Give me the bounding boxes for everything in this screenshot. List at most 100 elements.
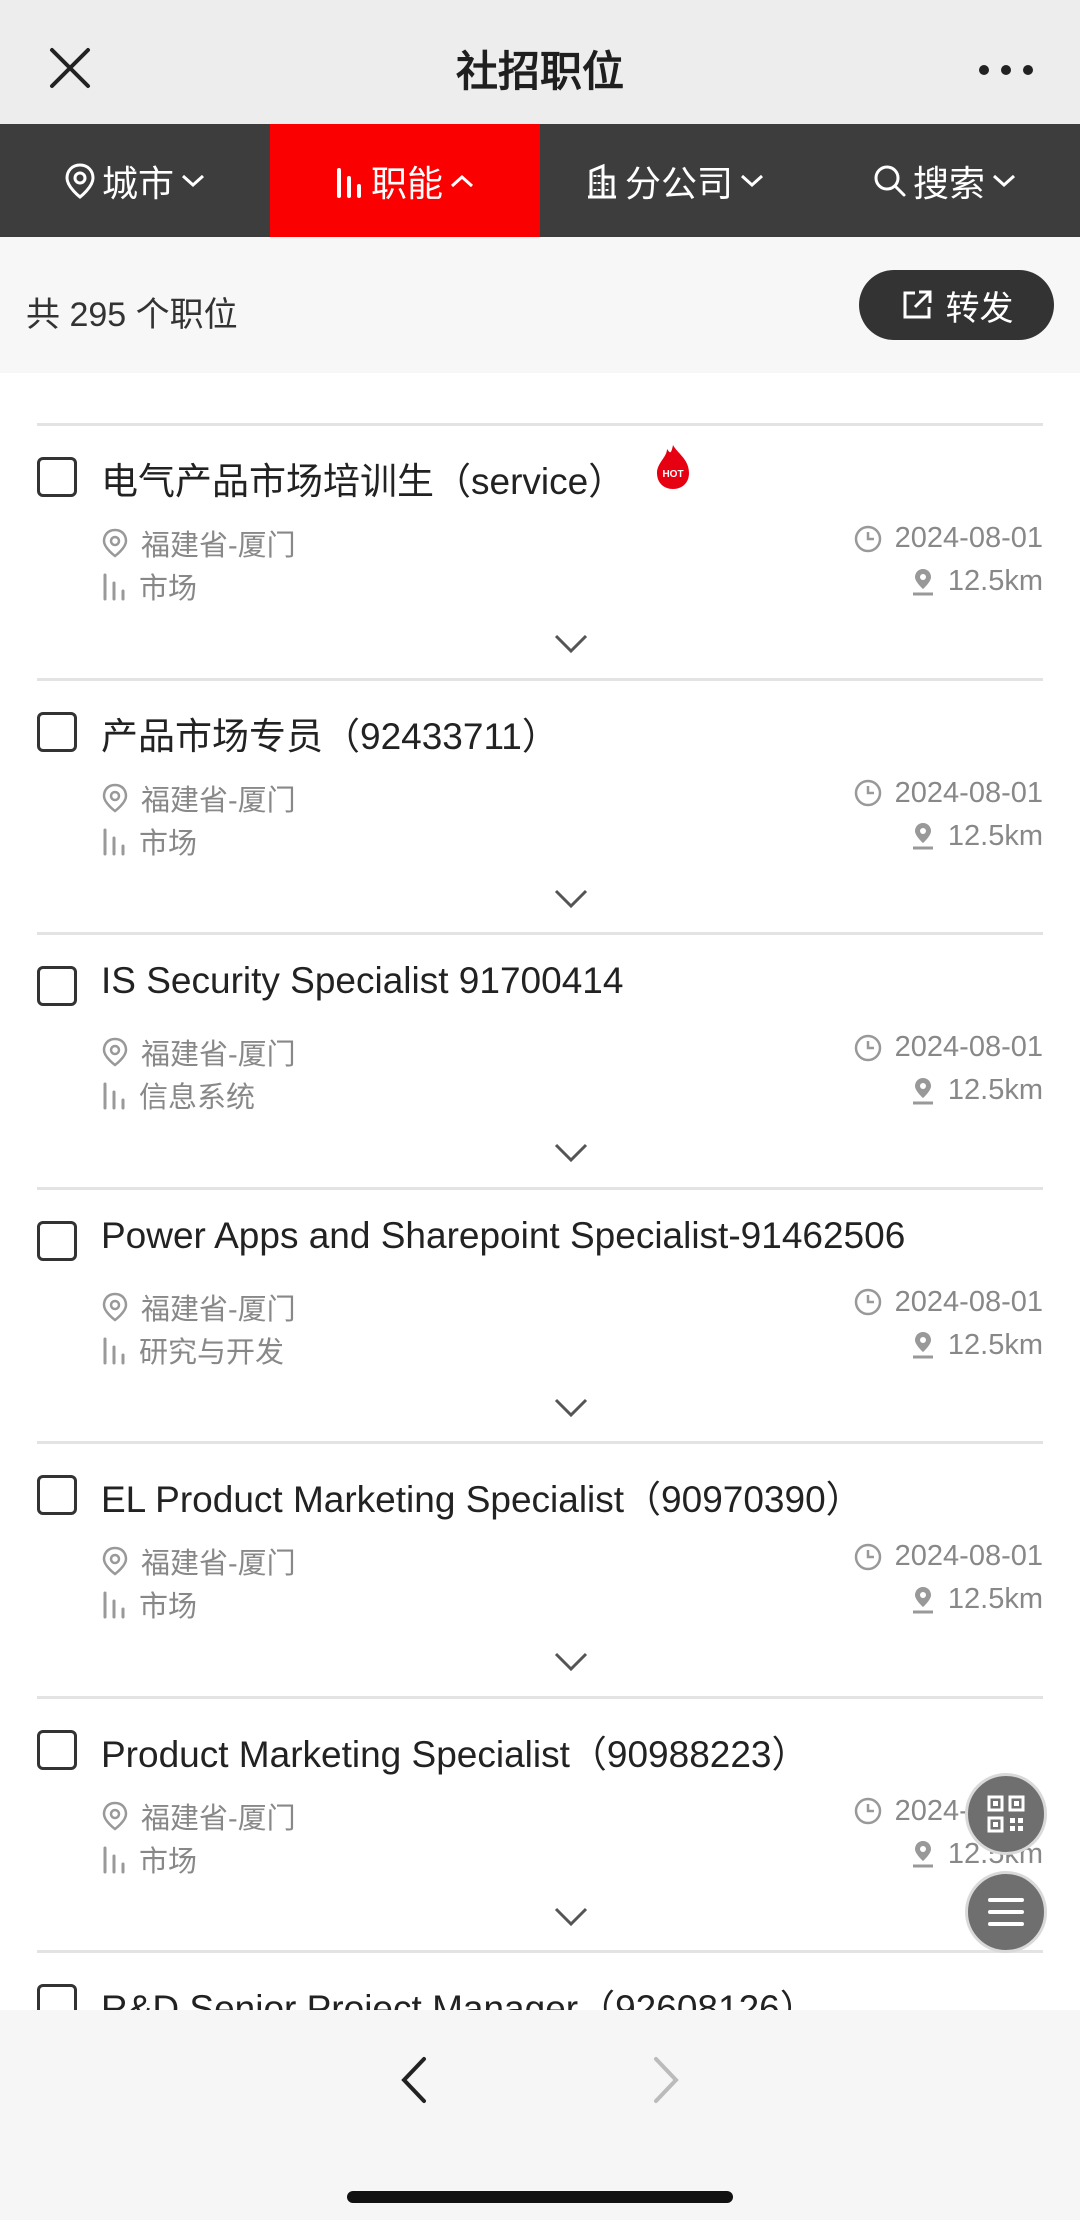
map-marker-icon — [912, 568, 933, 595]
job-card[interactable]: EL Product Marketing Specialist（90970390… — [0, 1441, 1080, 1696]
select-checkbox[interactable] — [37, 457, 77, 497]
bar-chart-icon — [103, 828, 125, 855]
filter-city-label: 城市 — [101, 162, 174, 204]
qr-code-button[interactable] — [965, 1773, 1047, 1855]
job-distance: 12.5km — [910, 820, 1043, 853]
job-card[interactable]: Product Marketing Specialist（90988223） 福建… — [0, 1696, 1080, 1951]
job-date: 2024-08-01 — [853, 522, 1043, 555]
menu-icon — [988, 1898, 1024, 1926]
job-title[interactable]: R&D Senior Project Manager（92608126） — [101, 1978, 817, 2010]
job-card[interactable]: Power Apps and Sharepoint Specialist-914… — [0, 1187, 1080, 1442]
filter-branch-label: 分公司 — [624, 162, 733, 204]
clock-icon — [854, 1797, 881, 1825]
filter-branch[interactable]: 分公司 — [540, 124, 810, 237]
expand-chevron-icon[interactable] — [553, 1397, 589, 1419]
job-location: 福建省-厦门 — [101, 1540, 296, 1582]
job-date-text: 2024-08-01 — [894, 1540, 1043, 1572]
job-category-text: 研究与开发 — [139, 1336, 285, 1369]
filter-search[interactable]: 搜索 — [810, 124, 1080, 237]
job-title[interactable]: 产品市场专员（92433711） — [101, 706, 559, 760]
job-date: 2024-08-01 — [853, 1286, 1043, 1319]
expand-chevron-icon[interactable] — [553, 888, 589, 910]
forward-arrow-icon[interactable] — [652, 2055, 682, 2105]
job-location-text: 福建省-厦门 — [141, 1293, 296, 1326]
job-location: 福建省-厦门 — [101, 522, 296, 564]
job-location: 福建省-厦门 — [101, 1031, 296, 1073]
location-pin-icon — [102, 1292, 128, 1322]
job-date-text: 2024-08-01 — [894, 1031, 1043, 1063]
chevron-up-icon — [450, 174, 474, 187]
clock-icon — [854, 1288, 881, 1316]
share-button[interactable]: 转发 — [859, 270, 1054, 340]
close-icon[interactable] — [46, 44, 94, 92]
expand-chevron-icon[interactable] — [553, 1142, 589, 1164]
job-title[interactable]: 电气产品市场培训生（service） HOT — [101, 445, 693, 505]
filter-function[interactable]: 职能 — [270, 124, 540, 237]
select-checkbox[interactable] — [37, 1220, 77, 1261]
job-date-text: 2024-08-01 — [894, 1285, 1043, 1318]
job-list[interactable]: 电气产品市场培训生（service） HOT 福建省-厦门 市场 2024-08-01 1… — [0, 373, 1080, 2010]
map-marker-icon — [912, 1586, 933, 1613]
job-location-text: 福建省-厦门 — [141, 1039, 296, 1071]
job-count: 共 295 个职位 — [26, 296, 238, 334]
job-location-text: 福建省-厦门 — [141, 1548, 296, 1580]
job-category: 市场 — [101, 1838, 197, 1880]
job-title-text: Product Marketing Specialist（90988223） — [101, 1733, 809, 1775]
bottom-nav-bar — [0, 2010, 1080, 2220]
job-title-text: IS Security Specialist 91700414 — [101, 960, 624, 1001]
page-title: 社招职位 — [455, 48, 624, 95]
job-title[interactable]: IS Security Specialist 91700414 — [101, 960, 623, 1002]
map-marker-icon — [912, 1332, 933, 1359]
select-checkbox[interactable] — [37, 1475, 77, 1515]
hot-icon: HOT — [657, 445, 690, 489]
job-date-text: 2024-08-01 — [894, 522, 1043, 554]
map-marker-icon — [912, 823, 933, 850]
job-title-text: R&D Senior Project Manager（92608126） — [101, 1988, 817, 2010]
expand-chevron-icon[interactable] — [553, 633, 589, 655]
expand-chevron-icon[interactable] — [553, 1906, 589, 1928]
job-distance-text: 12.5km — [947, 565, 1043, 597]
select-checkbox[interactable] — [37, 711, 77, 752]
more-icon[interactable] — [976, 50, 1036, 90]
job-card[interactable]: R&D Senior Project Manager（92608126） — [0, 1950, 1080, 2010]
clock-icon — [854, 1034, 881, 1061]
select-checkbox[interactable] — [37, 966, 77, 1006]
hot-badge: HOT — [653, 443, 693, 500]
job-distance-text: 12.5km — [947, 1074, 1043, 1106]
location-pin-icon — [102, 1037, 128, 1067]
job-date: 2024-08-01 — [853, 1540, 1043, 1573]
filter-city[interactable]: 城市 — [0, 124, 270, 237]
job-title[interactable]: Power Apps and Sharepoint Specialist-914… — [101, 1215, 905, 1257]
job-location-text: 福建省-厦门 — [141, 530, 296, 562]
expand-chevron-icon[interactable] — [553, 1651, 589, 1673]
job-title[interactable]: Product Marketing Specialist（90988223） — [101, 1724, 809, 1778]
select-checkbox[interactable] — [37, 1984, 77, 2010]
menu-button[interactable] — [965, 1871, 1047, 1953]
job-card[interactable]: IS Security Specialist 91700414 福建省-厦门 信息系… — [0, 932, 1080, 1187]
map-marker-icon — [912, 1841, 933, 1868]
job-location-text: 福建省-厦门 — [141, 1802, 296, 1835]
title-bar: 社招职位 — [0, 0, 1080, 124]
clock-icon — [854, 525, 881, 552]
job-distance: 12.5km — [910, 1074, 1043, 1107]
job-date-text: 2024-08-01 — [894, 776, 1043, 809]
job-card[interactable]: 电气产品市场培训生（service） HOT 福建省-厦门 市场 2024-08-01 1… — [0, 423, 1080, 678]
location-pin-icon — [65, 162, 95, 199]
job-location: 福建省-厦门 — [101, 1795, 296, 1837]
job-distance: 12.5km — [910, 1329, 1043, 1362]
job-distance: 12.5km — [910, 1583, 1043, 1616]
job-title-text: Power Apps and Sharepoint Specialist-914… — [101, 1214, 906, 1256]
job-category-text: 市场 — [139, 827, 198, 860]
summary-bar: 共 295 个职位 转发 — [0, 237, 1080, 373]
bar-chart-icon — [103, 1082, 125, 1110]
select-checkbox[interactable] — [37, 1729, 77, 1770]
job-title[interactable]: EL Product Marketing Specialist（90970390… — [101, 1469, 863, 1523]
job-category: 市场 — [101, 820, 197, 862]
svg-text:HOT: HOT — [663, 469, 684, 480]
back-arrow-icon[interactable] — [398, 2055, 428, 2105]
job-category: 信息系统 — [101, 1074, 255, 1116]
chevron-down-icon — [740, 174, 764, 187]
job-card[interactable]: 产品市场专员（92433711） 福建省-厦门 市场 2024-08-01 12.5km — [0, 678, 1080, 933]
job-category-text: 信息系统 — [139, 1082, 256, 1114]
location-pin-icon — [102, 783, 128, 813]
